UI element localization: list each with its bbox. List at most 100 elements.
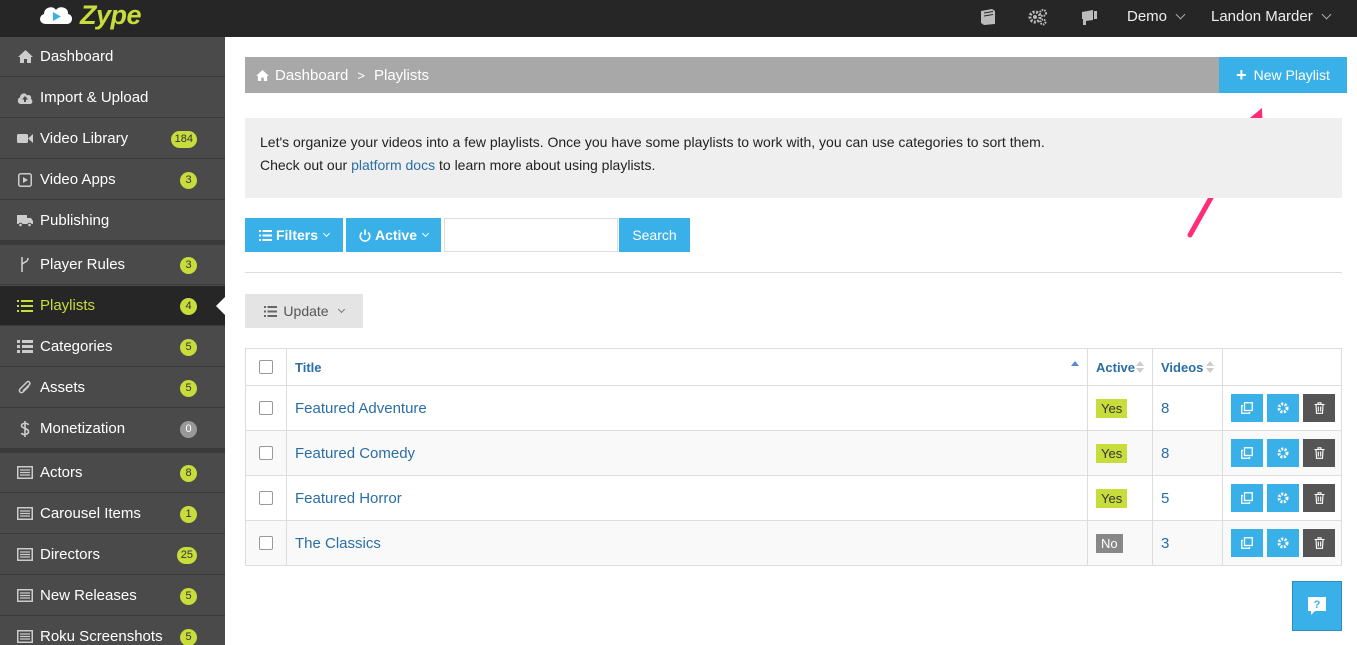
announce-icon[interactable] <box>1080 8 1100 26</box>
sidebar-item-actors[interactable]: Actors 8 <box>0 453 225 493</box>
count-badge: 1 <box>180 506 197 523</box>
header-videos[interactable]: Videos <box>1152 349 1222 385</box>
power-icon <box>359 229 371 242</box>
brand-name: Zype <box>80 0 142 30</box>
videos-count-link[interactable]: 8 <box>1161 445 1169 462</box>
cloud-upload-icon <box>17 90 33 106</box>
duplicate-button[interactable] <box>1231 439 1263 467</box>
sidebar-item-video-library[interactable]: Video Library 184 <box>0 119 225 159</box>
settings-button[interactable] <box>1267 439 1299 467</box>
settings-button[interactable] <box>1267 394 1299 422</box>
count-badge: 25 <box>176 547 197 564</box>
sidebar-item-new-releases[interactable]: New Releases 5 <box>0 576 225 616</box>
update-label: Update <box>283 303 329 319</box>
count-badge: 184 <box>170 131 197 148</box>
platform-docs-link[interactable]: platform docs <box>351 157 435 173</box>
breadcrumb-dashboard-link[interactable]: Dashboard <box>275 67 348 84</box>
sidebar-item-monetization[interactable]: Monetization 0 <box>0 409 225 449</box>
sidebar-item-player-rules[interactable]: Player Rules 3 <box>0 245 225 285</box>
info-text: to learn more about using playlists. <box>435 157 656 173</box>
delete-button[interactable] <box>1303 529 1335 557</box>
playlist-title-link[interactable]: Featured Comedy <box>295 445 415 462</box>
count-badge: 3 <box>180 172 197 189</box>
gears-icon[interactable] <box>1028 8 1048 26</box>
duplicate-button[interactable] <box>1231 484 1263 512</box>
settings-button[interactable] <box>1267 484 1299 512</box>
title-cell: The Classics <box>286 521 1087 565</box>
duplicate-button[interactable] <box>1231 529 1263 557</box>
sidebar-item-directors[interactable]: Directors 25 <box>0 535 225 575</box>
sidebar-item-roku-screenshots[interactable]: Roku Screenshots 5 <box>0 617 225 645</box>
home-icon <box>256 69 269 81</box>
sidebar-item-carousel-items[interactable]: Carousel Items 1 <box>0 494 225 534</box>
settings-button[interactable] <box>1267 529 1299 557</box>
search-input[interactable] <box>444 218 618 252</box>
sidebar-item-publishing[interactable]: Publishing <box>0 201 225 241</box>
sidebar-item-playlists[interactable]: Playlists 4 <box>0 286 225 326</box>
row-checkbox[interactable] <box>259 446 273 460</box>
list-icon <box>17 339 33 355</box>
playlist-title-link[interactable]: Featured Adventure <box>295 400 427 417</box>
chevron-down-icon <box>1175 9 1186 20</box>
play-square-icon <box>17 172 33 188</box>
playlist-title-link[interactable]: Featured Horror <box>295 490 402 507</box>
sidebar-item-dashboard[interactable]: Dashboard <box>0 37 225 77</box>
org-menu[interactable]: Demo <box>1127 0 1186 33</box>
help-label: ? <box>1314 599 1321 611</box>
book-icon[interactable] <box>978 8 998 26</box>
sidebar-item-label: Carousel Items <box>40 505 141 522</box>
select-all-checkbox[interactable] <box>259 360 273 374</box>
row-checkbox-cell <box>246 386 286 430</box>
info-panel: Let's organize your videos into a few pl… <box>245 118 1342 198</box>
header-title[interactable]: Title <box>286 349 1087 385</box>
videos-count-link[interactable]: 5 <box>1161 490 1169 507</box>
sidebar-item-label: Monetization <box>40 420 126 437</box>
sidebar-item-assets[interactable]: Assets 5 <box>0 368 225 408</box>
new-playlist-button[interactable]: + New Playlist <box>1219 57 1347 93</box>
zype-logo[interactable]: Zype <box>36 0 142 30</box>
sidebar-item-label: Publishing <box>40 212 110 229</box>
videos-count-link[interactable]: 8 <box>1161 400 1169 417</box>
list-icon <box>264 305 278 317</box>
sidebar-item-categories[interactable]: Categories 5 <box>0 327 225 367</box>
gear-icon <box>1277 492 1289 504</box>
delete-button[interactable] <box>1303 394 1335 422</box>
delete-button[interactable] <box>1303 439 1335 467</box>
actions-cell <box>1222 521 1343 565</box>
header-active[interactable]: Active <box>1087 349 1152 385</box>
duplicate-button[interactable] <box>1231 394 1263 422</box>
row-checkbox[interactable] <box>259 536 273 550</box>
new-playlist-label: New Playlist <box>1253 67 1330 83</box>
videos-count-link[interactable]: 3 <box>1161 535 1169 552</box>
title-cell: Featured Horror <box>286 476 1087 520</box>
list-alt-icon <box>17 629 33 645</box>
copy-icon <box>1241 492 1253 504</box>
table-row: Featured Horror Yes 5 <box>246 475 1341 520</box>
status-badge: Yes <box>1096 488 1128 508</box>
count-badge: 4 <box>180 298 197 315</box>
actions-cell <box>1222 386 1343 430</box>
update-button[interactable]: Update <box>245 294 363 328</box>
filters-button[interactable]: Filters <box>245 218 343 252</box>
help-widget-button[interactable]: ? <box>1292 581 1342 631</box>
breadcrumb-separator: > <box>357 67 365 83</box>
actions-cell <box>1222 431 1343 475</box>
column-active-label: Active <box>1096 359 1136 375</box>
delete-button[interactable] <box>1303 484 1335 512</box>
sidebar-item-import-upload[interactable]: Import & Upload <box>0 78 225 118</box>
playlist-title-link[interactable]: The Classics <box>295 535 381 552</box>
count-badge: 8 <box>180 465 197 482</box>
gear-icon <box>1277 447 1289 459</box>
list-ol-icon <box>17 298 33 314</box>
count-badge: 5 <box>180 629 197 645</box>
user-menu[interactable]: Landon Marder <box>1211 0 1332 33</box>
row-checkbox[interactable] <box>259 401 273 415</box>
active-filter-button[interactable]: Active <box>346 218 441 252</box>
row-checkbox[interactable] <box>259 491 273 505</box>
trash-icon <box>1314 537 1324 549</box>
list-alt-icon <box>17 465 33 481</box>
search-button[interactable]: Search <box>619 218 690 252</box>
sidebar-item-video-apps[interactable]: Video Apps 3 <box>0 160 225 200</box>
truck-icon <box>17 213 33 229</box>
chevron-down-icon <box>322 229 331 237</box>
